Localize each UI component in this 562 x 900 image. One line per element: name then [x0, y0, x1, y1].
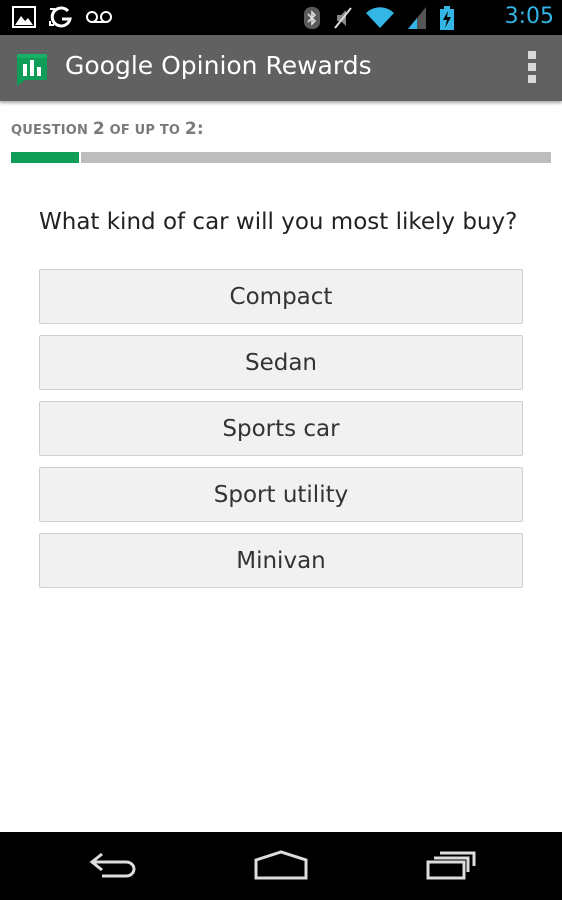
question-counter: QUESTION 2 OF UP TO 2:	[11, 119, 204, 139]
wifi-icon	[366, 7, 394, 29]
answer-button-compact[interactable]: Compact	[39, 269, 523, 324]
question-prefix: QUESTION	[11, 123, 93, 138]
question-text: What kind of car will you most likely bu…	[39, 209, 518, 235]
status-bar: 3:05	[0, 0, 562, 35]
bluetooth-icon	[304, 7, 320, 29]
voicemail-icon	[86, 11, 112, 23]
question-total: 2	[184, 119, 197, 139]
answer-button-sport-utility[interactable]: Sport utility	[39, 467, 523, 522]
answer-button-sports-car[interactable]: Sports car	[39, 401, 523, 456]
home-icon[interactable]	[254, 850, 308, 880]
app-title: Google Opinion Rewards	[65, 51, 372, 80]
signal-icon	[408, 7, 426, 29]
clock: 3:05	[504, 4, 554, 29]
opinion-rewards-icon	[17, 54, 47, 86]
recent-apps-icon[interactable]	[426, 850, 476, 880]
question-suffix: :	[196, 119, 204, 139]
progress-fill	[11, 152, 79, 163]
battery-charging-icon	[440, 6, 454, 30]
question-middle: OF UP TO	[104, 123, 185, 138]
navigation-bar	[0, 832, 562, 900]
sync-g-icon	[49, 6, 72, 28]
back-icon[interactable]	[88, 850, 138, 880]
action-bar: Google Opinion Rewards	[0, 35, 562, 101]
question-number: 2	[92, 119, 105, 139]
mute-icon	[334, 7, 352, 29]
answer-list: Compact Sedan Sports car Sport utility M…	[39, 269, 523, 599]
answer-button-sedan[interactable]: Sedan	[39, 335, 523, 390]
progress-bar	[11, 152, 551, 163]
gallery-icon	[12, 6, 36, 28]
answer-button-minivan[interactable]: Minivan	[39, 533, 523, 588]
overflow-menu-icon[interactable]	[526, 51, 538, 85]
